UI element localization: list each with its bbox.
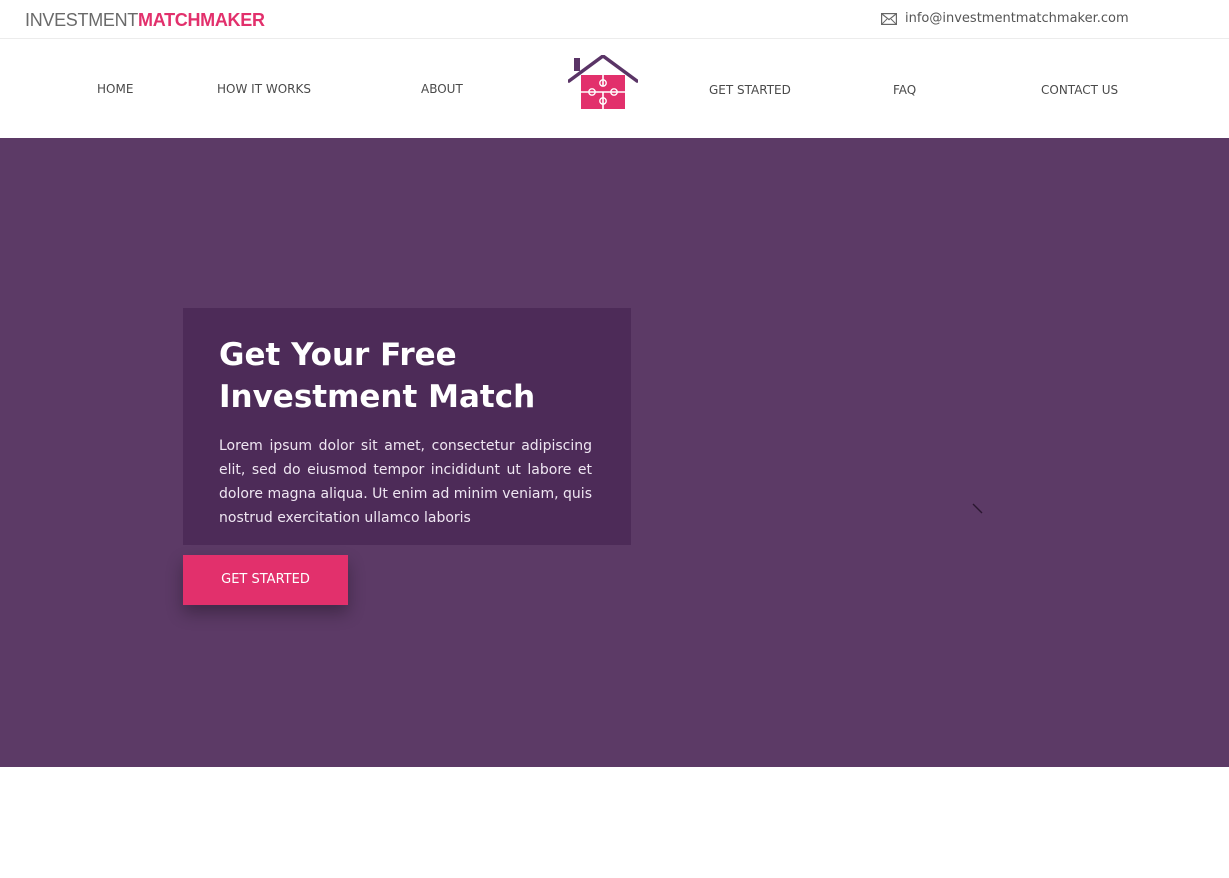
hero-card: Get Your Free Investment Match Lorem ips… [183, 308, 631, 545]
brand-text-investment: INVESTMENT [25, 10, 139, 30]
slider-arrow-icon [972, 503, 983, 514]
nav-faq[interactable]: FAQ [893, 83, 916, 97]
email-text: info@investmentmatchmaker.com [905, 11, 1129, 26]
get-started-button[interactable]: GET STARTED [183, 555, 348, 605]
house-puzzle-icon[interactable] [567, 54, 639, 115]
nav-home[interactable]: HOME [97, 82, 133, 96]
hero-title-line2: Investment Match [219, 379, 536, 415]
contact-email[interactable]: info@investmentmatchmaker.com [881, 11, 1129, 27]
envelope-icon [881, 13, 897, 25]
hero-title: Get Your Free Investment Match [219, 334, 592, 418]
hero-title-line1: Get Your Free [219, 337, 457, 373]
nav-contact-us[interactable]: CONTACT US [1041, 83, 1118, 97]
brand-text-matchmaker: MATCHMAKER [138, 10, 265, 30]
nav-about[interactable]: ABOUT [421, 82, 463, 96]
top-bar: INVESTMENTMATCHMAKER info@investmentmatc… [0, 0, 1229, 39]
hero-section: Get Your Free Investment Match Lorem ips… [0, 138, 1229, 767]
hero-description: Lorem ipsum dolor sit amet, consectetur … [219, 438, 592, 526]
brand-logo[interactable]: INVESTMENTMATCHMAKER [25, 9, 265, 31]
nav-get-started[interactable]: GET STARTED [709, 83, 791, 97]
main-nav: HOME HOW IT WORKS ABOUT GET STARTED FAQ … [0, 39, 1229, 138]
nav-how-it-works[interactable]: HOW IT WORKS [217, 82, 311, 96]
